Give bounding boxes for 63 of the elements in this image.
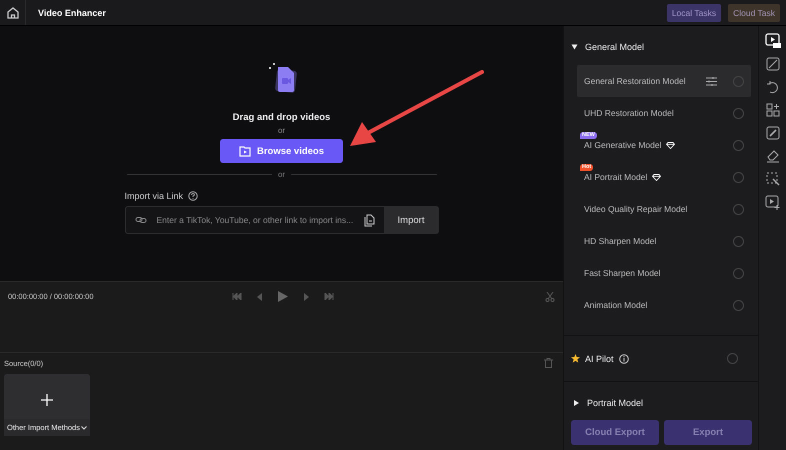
model-option[interactable]: General Restoration Model bbox=[577, 65, 751, 97]
previous-frame-icon[interactable] bbox=[256, 292, 262, 300]
radio-button[interactable] bbox=[727, 353, 738, 364]
browse-videos-button[interactable]: Browse videos bbox=[220, 139, 343, 163]
model-option[interactable]: UHD Restoration Model bbox=[577, 97, 751, 129]
section-header[interactable]: Portrait Model bbox=[564, 382, 758, 418]
video-folder-icon bbox=[238, 146, 251, 156]
model-name: UHD Restoration Model bbox=[584, 108, 674, 118]
model-name: General Restoration Model bbox=[584, 76, 686, 86]
model-option[interactable]: Fast Sharpen Model bbox=[577, 257, 751, 289]
home-icon bbox=[6, 6, 20, 20]
model-name: Video Quality Repair Model bbox=[584, 204, 688, 214]
model-name: HD Sharpen Model bbox=[584, 236, 656, 246]
radio-button[interactable] bbox=[733, 108, 744, 118]
plus-icon bbox=[41, 394, 53, 406]
or-text: or bbox=[278, 170, 286, 179]
sliders-icon[interactable] bbox=[706, 76, 717, 86]
chevron-down-icon bbox=[80, 426, 87, 430]
ai-pilot-label: AI Pilot bbox=[585, 354, 614, 364]
scissors-icon[interactable] bbox=[545, 292, 555, 302]
edit-icon[interactable] bbox=[766, 126, 780, 140]
model-option[interactable]: Animation Model bbox=[577, 289, 751, 321]
radio-button[interactable] bbox=[733, 204, 744, 214]
model-option[interactable]: Video Quality Repair Model bbox=[577, 193, 751, 225]
radio-button[interactable] bbox=[733, 172, 744, 182]
next-frame-icon[interactable] bbox=[302, 292, 308, 300]
grid-plus-icon[interactable] bbox=[766, 103, 780, 117]
radio-button[interactable] bbox=[733, 300, 744, 310]
model-name: Animation Model bbox=[584, 300, 648, 310]
window-title: Video Enhancer bbox=[38, 8, 106, 18]
paste-icon bbox=[364, 214, 375, 226]
rotate-icon[interactable] bbox=[766, 80, 780, 94]
model-option[interactable]: HD Sharpen Model bbox=[577, 225, 751, 257]
skip-forward-icon[interactable] bbox=[324, 293, 334, 300]
trash-icon[interactable] bbox=[544, 358, 553, 368]
model-name: AI Portrait Model bbox=[584, 172, 648, 182]
radio-button[interactable] bbox=[733, 140, 744, 150]
star-icon bbox=[571, 354, 580, 363]
info-icon bbox=[618, 354, 629, 364]
eraser-icon[interactable] bbox=[766, 149, 780, 163]
task-button[interactable]: Local Tasks bbox=[666, 4, 722, 22]
task-button[interactable]: Cloud Task bbox=[728, 4, 780, 22]
import-link-label: Import via Link bbox=[124, 191, 184, 201]
paste-button[interactable] bbox=[356, 206, 384, 234]
link-input-box[interactable]: Enter a TikTok, YouTube, or other link to import ins... bbox=[124, 206, 356, 234]
video-add-icon[interactable] bbox=[765, 195, 780, 210]
import-button[interactable]: Import bbox=[384, 206, 438, 234]
drag-drop-title: Drag and drop videos bbox=[232, 112, 330, 123]
link-input-field[interactable]: Enter a TikTok, YouTube, or other link to import ins... bbox=[154, 214, 356, 226]
model-name: Fast Sharpen Model bbox=[584, 268, 661, 278]
play-icon[interactable] bbox=[278, 291, 288, 302]
or-text: or bbox=[278, 126, 286, 135]
curve-icon[interactable] bbox=[766, 57, 780, 71]
link-icon bbox=[134, 216, 146, 224]
radio-button[interactable] bbox=[733, 76, 744, 86]
section-header[interactable]: General Model bbox=[564, 26, 652, 65]
radio-button[interactable] bbox=[733, 268, 744, 278]
model-name: AI Generative Model bbox=[584, 140, 662, 150]
skip-back-icon[interactable] bbox=[232, 293, 242, 300]
video-uhd-icon[interactable] bbox=[764, 33, 780, 48]
radio-button[interactable] bbox=[733, 236, 744, 246]
help-icon bbox=[188, 191, 198, 201]
magic-select-icon[interactable] bbox=[766, 172, 780, 186]
